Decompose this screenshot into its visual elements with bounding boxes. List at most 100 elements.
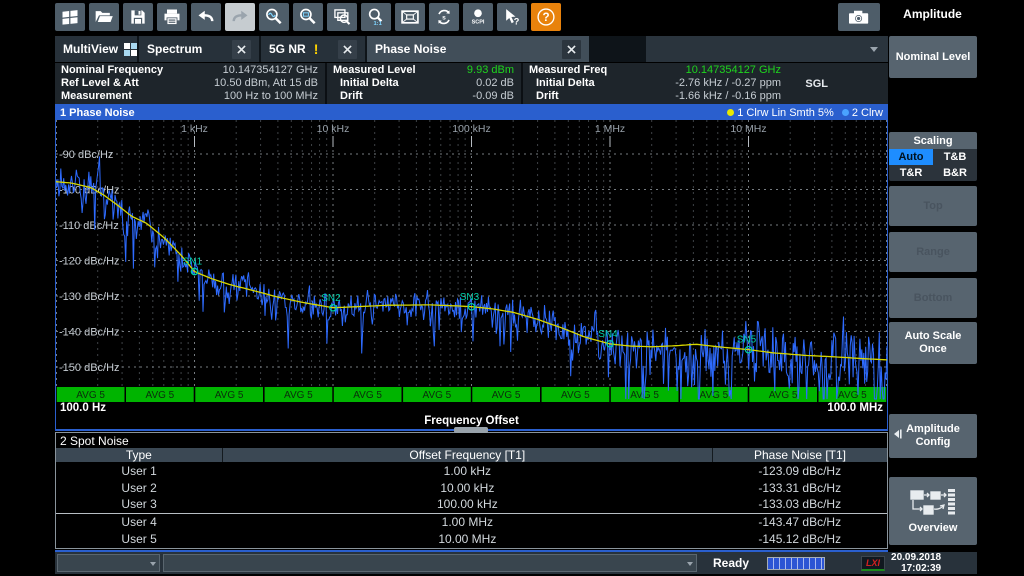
sidebar-title: Amplitude xyxy=(888,7,977,21)
print-button[interactable] xyxy=(157,3,187,31)
info-row: Measured Freq 10.147354127 GHz xyxy=(529,64,879,77)
nominal-level-button[interactable]: Nominal Level xyxy=(889,36,977,78)
overview-flowchart-icon xyxy=(910,488,956,520)
svg-text:AVG 5: AVG 5 xyxy=(76,390,105,401)
sync-refresh-icon: s xyxy=(434,7,454,27)
svg-text:SCPI: SCPI xyxy=(472,20,485,26)
scpi-recorder-button[interactable]: SCPI xyxy=(463,3,493,31)
status-dropdown-small[interactable] xyxy=(57,554,160,572)
open-file-button[interactable] xyxy=(89,3,119,31)
range-button[interactable]: Range xyxy=(889,232,977,272)
column-header: Offset Frequency [T1] xyxy=(222,448,712,462)
redo-button[interactable] xyxy=(225,3,255,31)
table-row[interactable]: User 11.00 kHz-123.09 dBc/Hz xyxy=(56,462,887,479)
spot-noise-window[interactable]: 2 Spot Noise TypeOffset Frequency [T1]Ph… xyxy=(55,432,888,549)
open-folder-icon xyxy=(94,7,114,27)
close-icon[interactable] xyxy=(338,40,357,59)
zoom-multi-window-button[interactable] xyxy=(327,3,357,31)
svg-text:-130 dBc/Hz: -130 dBc/Hz xyxy=(59,291,120,303)
scaling-option-tandb[interactable]: T&B xyxy=(933,149,977,165)
info-label: Measured Level xyxy=(333,64,416,77)
button-label: Amplitude Config xyxy=(895,423,971,449)
lxi-logo: LXI xyxy=(861,556,885,571)
tab-list-dropdown-icon[interactable] xyxy=(870,47,878,52)
status-message-dropdown[interactable] xyxy=(163,554,697,572)
info-section-measured-freq: SGL Measured Freq10.147354127 GHzInitial… xyxy=(521,63,886,104)
table-row[interactable]: User 41.00 MHz-143.47 dBc/Hz xyxy=(56,513,887,530)
svg-text:AVG 5: AVG 5 xyxy=(284,390,313,401)
info-label: Measured Freq xyxy=(529,64,607,77)
table-row[interactable]: User 510.00 MHz-145.12 dBc/Hz xyxy=(56,530,887,547)
zoom-multi-window-icon xyxy=(332,7,352,27)
zoom-trace-button[interactable] xyxy=(259,3,289,31)
warning-icon: ! xyxy=(314,41,319,57)
close-icon[interactable] xyxy=(232,40,251,59)
tab-phase-noise[interactable]: Phase Noise xyxy=(367,36,589,62)
save-button[interactable] xyxy=(123,3,153,31)
amplitude-config-button[interactable]: Amplitude Config xyxy=(889,414,977,458)
info-value: 10.50 dBm, Att 15 dB xyxy=(214,77,318,90)
scaling-group: Scaling AutoT&BT&RB&R xyxy=(889,132,977,181)
table-cell: -133.31 dBc/Hz xyxy=(712,479,887,496)
info-value: 100 Hz to 100 MHz xyxy=(224,90,318,103)
sweep-progress-bar xyxy=(767,557,825,570)
svg-text:AVG 5: AVG 5 xyxy=(353,390,382,401)
camera-icon xyxy=(846,7,872,27)
trace-legend-label: 1 Clrw Lin Smth 5% xyxy=(737,107,834,119)
info-value: 10.147354127 GHz xyxy=(686,64,781,77)
svg-text:-150 dBc/Hz: -150 dBc/Hz xyxy=(59,362,120,374)
overview-button[interactable]: Overview xyxy=(889,477,977,545)
table-header-row: TypeOffset Frequency [T1]Phase Noise [T1… xyxy=(56,448,887,462)
top-button[interactable]: Top xyxy=(889,186,977,226)
close-icon[interactable] xyxy=(562,40,581,59)
date-label: 20.09.2018 xyxy=(891,552,941,563)
windows-menu-button[interactable] xyxy=(55,3,85,31)
table-cell: 1.00 MHz xyxy=(222,513,712,530)
screenshot-button[interactable] xyxy=(838,3,880,31)
window-title-bar[interactable]: 1 Phase Noise 1 Clrw Lin Smth 5%2 Clrw xyxy=(56,105,887,120)
x-axis-start-label: 100.0 Hz xyxy=(60,402,106,414)
tab-spectrum[interactable]: Spectrum xyxy=(139,36,259,62)
help-icon: ? xyxy=(536,7,556,27)
collapse-arrow-icon xyxy=(893,428,902,444)
context-help-button[interactable]: ? xyxy=(497,3,527,31)
fit-window-button[interactable] xyxy=(395,3,425,31)
table-cell: -145.12 dBc/Hz xyxy=(712,530,887,547)
table-row[interactable]: User 3100.00 kHz-133.03 dBc/Hz xyxy=(56,496,887,513)
scaling-option-tandr[interactable]: T&R xyxy=(889,165,933,181)
tab-5g-nr[interactable]: 5G NR ! xyxy=(261,36,365,62)
bottom-button[interactable]: Bottom xyxy=(889,278,977,318)
svg-text:-120 dBc/Hz: -120 dBc/Hz xyxy=(59,256,120,268)
phase-noise-window[interactable]: 1 Phase Noise 1 Clrw Lin Smth 5%2 Clrw 1… xyxy=(55,104,888,431)
tab-multiview[interactable]: MultiView xyxy=(55,36,137,62)
scaling-option-auto[interactable]: Auto xyxy=(889,149,933,165)
windows-logo-icon xyxy=(60,7,80,27)
tab-bar-filler xyxy=(646,36,888,62)
info-row: Drift-1.66 kHz / -0.16 ppm xyxy=(529,90,879,103)
phase-noise-plot[interactable]: 1 kHz10 kHz100 kHz1 MHz10 MHz-90 dBc/Hz-… xyxy=(56,120,887,402)
svg-text:AVG 5: AVG 5 xyxy=(769,390,798,401)
svg-text:AVG 5: AVG 5 xyxy=(838,390,867,401)
tab-label: 5G NR xyxy=(269,42,306,56)
help-button[interactable]: ? xyxy=(531,3,561,31)
table-row[interactable]: User 210.00 kHz-133.31 dBc/Hz xyxy=(56,479,887,496)
svg-text:1:1: 1:1 xyxy=(373,21,382,27)
zoom-one-to-one-button[interactable]: 1:1 xyxy=(361,3,391,31)
undo-button[interactable] xyxy=(191,3,221,31)
svg-text:-140 dBc/Hz: -140 dBc/Hz xyxy=(59,327,120,339)
window-title: 1 Phase Noise xyxy=(60,107,135,119)
sync-refresh-button[interactable]: s xyxy=(429,3,459,31)
svg-text:AVG 5: AVG 5 xyxy=(492,390,521,401)
info-row: Measured Level9.93 dBm xyxy=(333,64,514,77)
table-cell: -123.09 dBc/Hz xyxy=(712,462,887,479)
auto-scale-once-button[interactable]: Auto Scale Once xyxy=(889,322,977,364)
info-section-level: Measured Level9.93 dBmInitial Delta0.02 … xyxy=(325,63,521,104)
scaling-option-bandr[interactable]: B&R xyxy=(933,165,977,181)
info-value: -2.76 kHz / -0.27 ppm xyxy=(675,77,781,90)
datetime-display: 20.09.2018 17:02:39 xyxy=(891,552,941,574)
svg-text:1 kHz: 1 kHz xyxy=(181,123,208,135)
zoom-selection-button[interactable] xyxy=(293,3,323,31)
window-splitter-handle[interactable] xyxy=(454,427,488,433)
info-label: Nominal Frequency xyxy=(61,64,163,77)
svg-text:AVG 5: AVG 5 xyxy=(561,390,590,401)
